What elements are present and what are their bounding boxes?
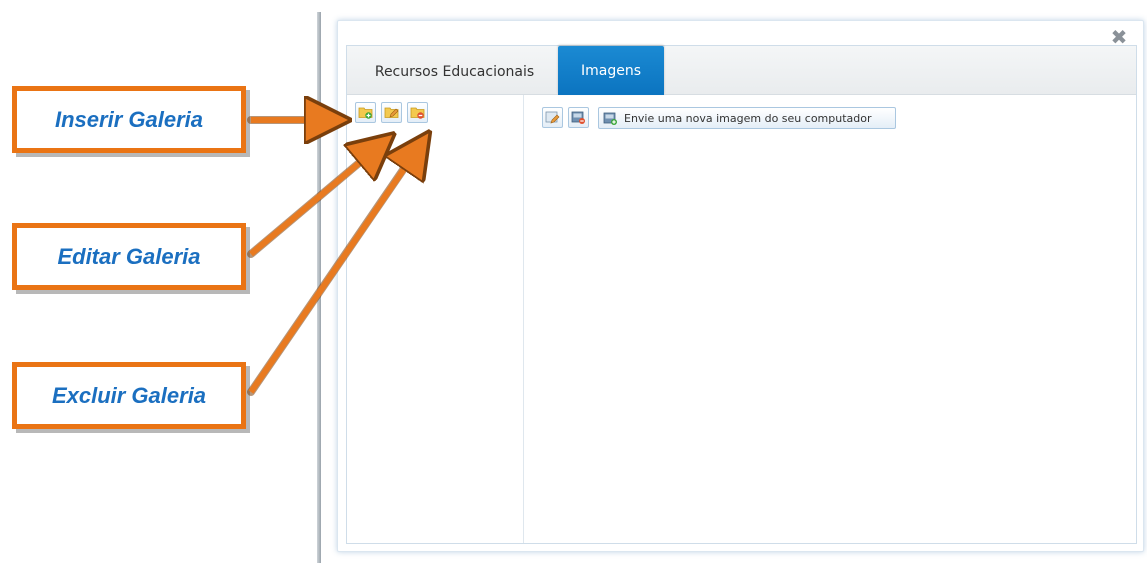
annotation-arrows — [247, 0, 1147, 396]
